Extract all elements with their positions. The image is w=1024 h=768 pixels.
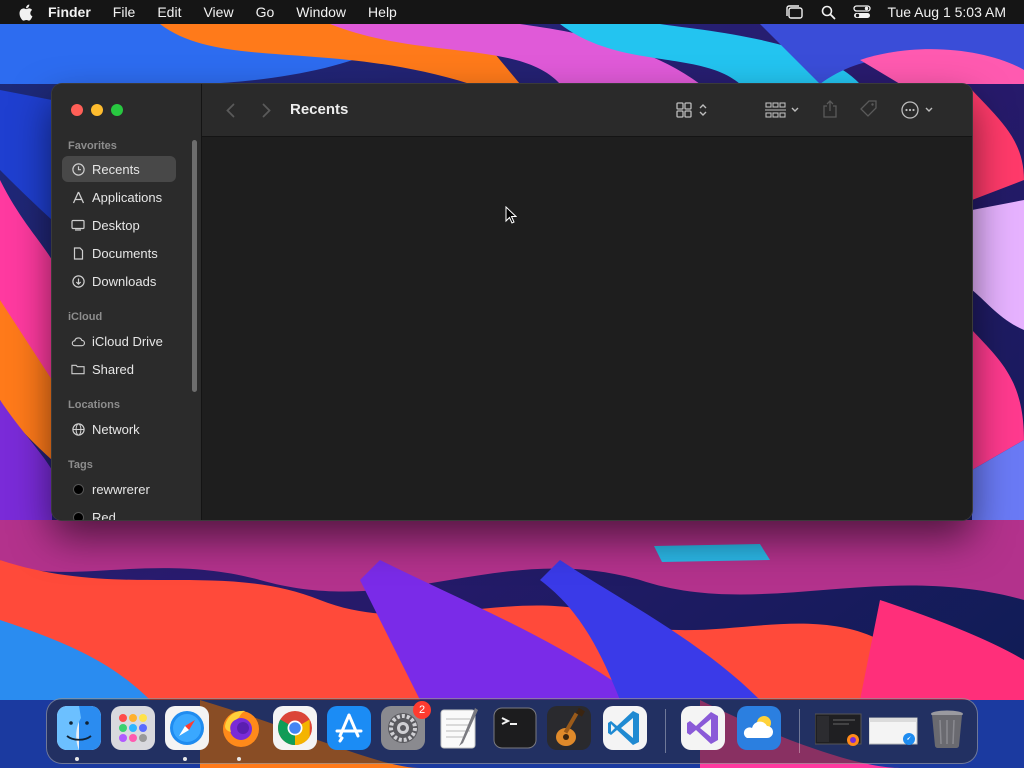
back-icon[interactable]	[222, 101, 238, 119]
recent-window-safari-icon[interactable]	[868, 706, 918, 750]
sidebar-item-label: iCloud Drive	[92, 333, 163, 349]
sidebar-item-label: Recents	[92, 161, 140, 177]
control-center-icon[interactable]	[853, 3, 872, 21]
mouse-pointer-icon	[505, 206, 517, 224]
sidebar-section-favorites: Favorites	[68, 140, 117, 152]
sidebar-item-applications[interactable]: Applications	[62, 184, 176, 210]
sidebar-item-network[interactable]: Network	[62, 416, 176, 442]
running-indicator	[183, 757, 187, 761]
sidebar-item-label: Red	[92, 509, 116, 521]
more-actions-icon[interactable]	[898, 99, 938, 121]
stage-manager-icon[interactable]	[785, 3, 804, 21]
dock: 2	[46, 698, 978, 764]
chrome-icon[interactable]	[273, 706, 317, 750]
notification-badge: 2	[413, 701, 431, 719]
menu-window[interactable]: Window	[296, 4, 346, 20]
finder-toolbar: Recents	[202, 84, 972, 137]
sidebar-item-label: Desktop	[92, 217, 140, 233]
finder-sidebar: Favorites Recents Applications Desktop D…	[52, 84, 202, 520]
close-window-button[interactable]	[71, 104, 83, 116]
menubar-clock[interactable]: Tue Aug 1 5:03 AM	[887, 4, 1006, 20]
running-indicator	[75, 757, 79, 761]
cloud-icon	[71, 334, 85, 348]
system-settings-icon[interactable]: 2	[381, 701, 431, 750]
menu-edit[interactable]: Edit	[157, 4, 181, 20]
garageband-icon[interactable]	[547, 706, 591, 750]
sidebar-scrollbar[interactable]	[192, 140, 197, 392]
app-store-icon[interactable]	[327, 706, 371, 750]
launchpad-icon[interactable]	[111, 706, 155, 750]
file-list-area[interactable]	[202, 137, 972, 520]
sidebar-section-icloud: iCloud	[68, 311, 103, 323]
window-title: Recents	[290, 101, 349, 118]
dock-separator	[799, 709, 800, 753]
forward-icon[interactable]	[258, 101, 274, 119]
menu-go[interactable]: Go	[256, 4, 275, 20]
tag-color-dot-icon	[71, 482, 85, 496]
menu-bar: Finder File Edit View Go Window Help Tue…	[0, 0, 1024, 24]
trash-icon[interactable]	[925, 706, 969, 750]
document-icon	[71, 246, 85, 260]
sidebar-section-locations: Locations	[68, 399, 120, 411]
applications-icon	[71, 190, 85, 204]
menu-help[interactable]: Help	[368, 4, 397, 20]
finder-icon[interactable]	[57, 706, 101, 750]
download-icon	[71, 274, 85, 288]
sidebar-section-tags: Tags	[68, 459, 93, 471]
sidebar-item-shared[interactable]: Shared	[62, 356, 176, 382]
sidebar-item-recents[interactable]: Recents	[62, 156, 176, 182]
spotlight-search-icon[interactable]	[819, 3, 837, 21]
vscode-icon[interactable]	[603, 706, 647, 750]
sidebar-item-label: rewwrerer	[92, 481, 150, 497]
sidebar-item-label: Downloads	[92, 273, 157, 289]
terminal-icon[interactable]	[493, 706, 537, 750]
group-icon[interactable]	[762, 100, 802, 120]
sidebar-item-tag-red[interactable]: Red	[62, 504, 176, 520]
running-indicator	[237, 757, 241, 761]
tag-color-dot-icon	[71, 510, 85, 520]
sidebar-item-label: Shared	[92, 361, 134, 377]
sidebar-item-tag-rewwrerer[interactable]: rewwrerer	[62, 476, 176, 502]
clock-icon	[71, 162, 85, 176]
firefox-icon[interactable]	[219, 706, 263, 750]
apple-menu-icon[interactable]	[18, 3, 34, 21]
sidebar-item-downloads[interactable]: Downloads	[62, 268, 176, 294]
finder-window: Favorites Recents Applications Desktop D…	[52, 84, 972, 520]
weather-icon[interactable]	[737, 706, 781, 750]
view-mode-icon[interactable]	[674, 100, 712, 120]
tag-icon[interactable]	[858, 98, 880, 120]
shared-folder-icon	[71, 362, 85, 376]
recent-window-firefox-icon[interactable]	[814, 706, 862, 750]
globe-icon	[71, 422, 85, 436]
sidebar-item-label: Applications	[92, 189, 163, 205]
safari-icon[interactable]	[165, 706, 209, 750]
menu-file[interactable]: File	[113, 4, 136, 20]
visual-studio-icon[interactable]	[681, 706, 725, 750]
sidebar-item-label: Network	[92, 421, 140, 437]
menu-view[interactable]: View	[203, 4, 233, 20]
minimize-window-button[interactable]	[91, 104, 103, 116]
sidebar-item-icloud-drive[interactable]: iCloud Drive	[62, 328, 176, 354]
textedit-icon[interactable]	[437, 706, 481, 750]
window-controls	[71, 104, 131, 116]
sidebar-item-documents[interactable]: Documents	[62, 240, 176, 266]
menu-app-finder[interactable]: Finder	[48, 4, 91, 20]
zoom-window-button[interactable]	[111, 104, 123, 116]
dock-separator	[665, 709, 666, 753]
sidebar-item-desktop[interactable]: Desktop	[62, 212, 176, 238]
sidebar-item-label: Documents	[92, 245, 158, 261]
desktop-icon	[71, 218, 85, 232]
share-icon[interactable]	[820, 98, 840, 120]
